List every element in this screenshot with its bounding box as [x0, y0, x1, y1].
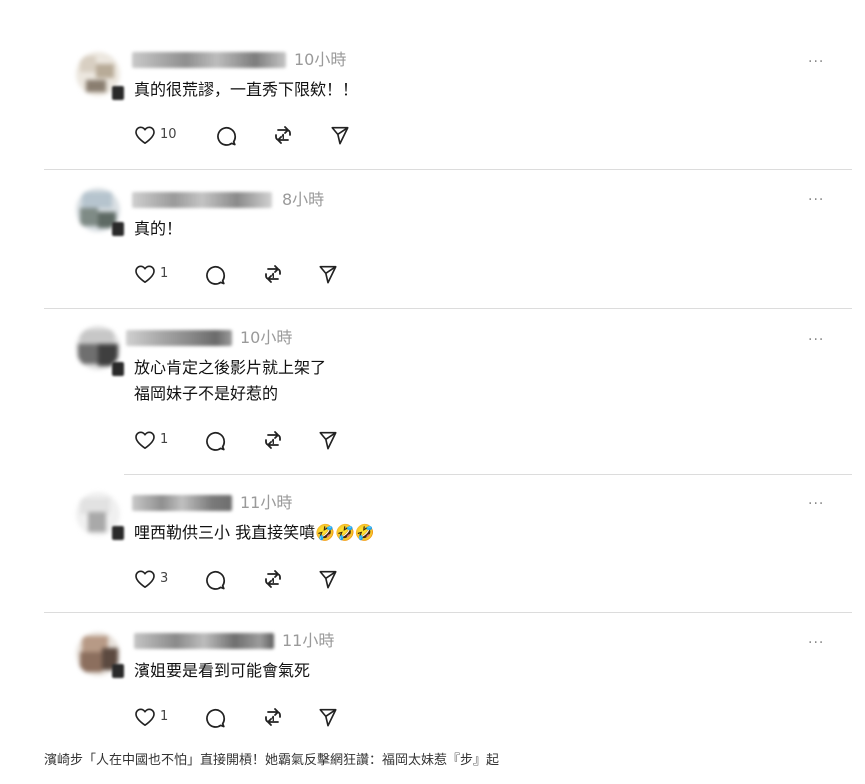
- repost-button[interactable]: [262, 568, 284, 590]
- like-button[interactable]: 1: [134, 430, 168, 450]
- share-button[interactable]: [318, 569, 338, 589]
- comment-icon: [217, 126, 237, 146]
- repost-button[interactable]: [262, 263, 284, 285]
- username-blurred[interactable]: [126, 330, 232, 346]
- comment-text: 濱姐要是看到可能會氣死: [134, 661, 311, 680]
- reply-button[interactable]: [205, 569, 226, 590]
- image-caption: 濱崎步「人在中國也不怕」直接開槓！她霸氣反擊網狂讚：福岡太妹惹『步』起: [44, 753, 500, 768]
- share-icon: [319, 570, 337, 589]
- comment-icon: [206, 431, 226, 451]
- more-options-icon[interactable]: ···: [808, 497, 824, 511]
- like-button[interactable]: 1: [134, 707, 168, 727]
- username-blurred[interactable]: [132, 52, 286, 68]
- like-count: 1: [160, 432, 169, 447]
- reply-button[interactable]: [205, 430, 226, 451]
- share-button[interactable]: [318, 264, 338, 284]
- avatar-badge: [112, 362, 124, 376]
- heart-icon: [135, 265, 155, 283]
- comment-text: 真的！: [134, 219, 183, 238]
- more-options-icon[interactable]: ···: [808, 636, 824, 650]
- divider: [44, 308, 852, 309]
- share-icon: [331, 126, 349, 145]
- repost-icon: [265, 431, 281, 449]
- divider: [124, 474, 852, 475]
- repost-button[interactable]: [272, 124, 294, 146]
- comment-text: 放心肯定之後影片就上架了: [134, 358, 327, 377]
- share-button[interactable]: [318, 430, 338, 450]
- like-count: 3: [160, 571, 169, 586]
- comment-time: 10小時: [240, 328, 293, 347]
- repost-icon: [265, 570, 281, 588]
- repost-button[interactable]: [262, 429, 284, 451]
- more-options-icon[interactable]: ···: [808, 193, 824, 207]
- heart-icon: [135, 431, 155, 449]
- avatar-badge: [112, 222, 124, 236]
- comment-time: 8小時: [282, 190, 325, 209]
- comment-time: 11小時: [282, 631, 335, 650]
- share-icon: [319, 431, 337, 450]
- divider: [44, 612, 852, 613]
- username-blurred[interactable]: [134, 633, 274, 649]
- comment-text: 哩西勒供三小 我直接笑噴🤣🤣🤣: [134, 523, 375, 542]
- more-options-icon[interactable]: ···: [808, 333, 824, 347]
- reply-button[interactable]: [205, 264, 226, 285]
- share-button[interactable]: [330, 125, 350, 145]
- avatar-badge: [112, 86, 124, 100]
- heart-icon: [135, 708, 155, 726]
- reply-button[interactable]: [216, 125, 237, 146]
- avatar-badge: [112, 526, 124, 540]
- heart-icon: [135, 126, 155, 144]
- comment-text: 福岡妹子不是好惹的: [134, 384, 279, 403]
- like-button[interactable]: 1: [134, 264, 168, 284]
- comment-icon: [206, 570, 226, 590]
- comment-time: 11小時: [240, 493, 293, 512]
- like-count: 1: [160, 709, 169, 724]
- username-blurred[interactable]: [132, 495, 232, 511]
- repost-icon: [265, 265, 281, 283]
- share-icon: [319, 708, 337, 727]
- comment-time: 10小時: [294, 50, 347, 69]
- divider: [44, 169, 852, 170]
- more-options-icon[interactable]: ···: [808, 55, 824, 69]
- comment-text: 真的很荒謬，一直秀下限欸！！: [134, 80, 359, 99]
- like-button[interactable]: 3: [134, 569, 168, 589]
- repost-icon: [265, 708, 281, 726]
- comment-icon: [206, 265, 226, 285]
- comment-icon: [206, 708, 226, 728]
- like-count: 1: [160, 266, 169, 281]
- repost-button[interactable]: [262, 706, 284, 728]
- share-icon: [319, 265, 337, 284]
- heart-icon: [135, 570, 155, 588]
- like-count: 10: [160, 127, 177, 142]
- reply-button[interactable]: [205, 707, 226, 728]
- repost-icon: [275, 126, 291, 144]
- like-button[interactable]: 10: [134, 125, 177, 145]
- share-button[interactable]: [318, 707, 338, 727]
- avatar-badge: [112, 664, 124, 678]
- username-blurred[interactable]: [132, 192, 272, 208]
